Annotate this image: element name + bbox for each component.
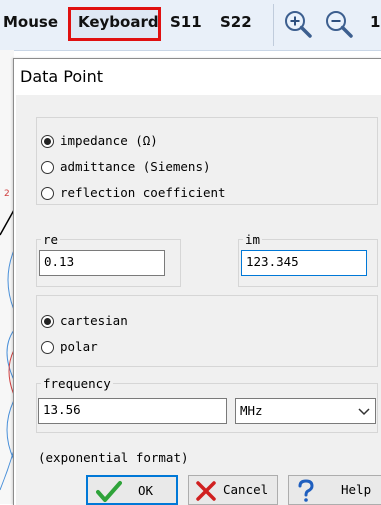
admittance-radio[interactable] <box>41 161 54 174</box>
polar-label: polar <box>60 339 98 354</box>
frequency-unit-value: MHz <box>240 403 263 418</box>
frequency-label: frequency <box>41 376 113 391</box>
toolbar-separator <box>273 4 274 46</box>
ok-button-label: OK <box>138 483 154 498</box>
cancel-button-label: Cancel <box>223 482 269 497</box>
zoom-out-icon[interactable] <box>324 9 354 39</box>
cartesian-radio[interactable] <box>41 315 54 328</box>
background-plot: 2 <box>0 50 14 504</box>
im-input[interactable]: 123.345 <box>241 250 367 276</box>
re-label: re <box>41 232 61 247</box>
close-icon <box>196 481 216 501</box>
help-button[interactable]: Help <box>288 475 381 505</box>
toolbar-overflow-text: 1: <box>370 13 381 31</box>
chevron-down-icon <box>358 408 370 416</box>
polar-radio[interactable] <box>41 341 54 354</box>
impedance-radio[interactable] <box>41 135 54 148</box>
reflection-coefficient-radio[interactable] <box>41 187 54 200</box>
toolbar-s11-button[interactable]: S11 <box>170 13 202 31</box>
exponential-format-note: (exponential format) <box>38 450 189 465</box>
checkmark-icon <box>96 481 122 502</box>
toolbar: Mouse Keyboard S11 S22 1: <box>0 0 381 51</box>
help-icon <box>298 479 314 502</box>
cartesian-label: cartesian <box>60 313 128 328</box>
background-plot-curves: 2 <box>0 189 14 491</box>
reflection-coefficient-label: reflection coefficient <box>60 185 226 200</box>
impedance-label: impedance (Ω) <box>60 133 158 148</box>
im-label: im <box>243 232 263 247</box>
dialog-title: Data Point <box>20 67 104 86</box>
zoom-in-icon[interactable] <box>283 9 313 39</box>
format-group <box>36 295 378 367</box>
toolbar-mouse-button[interactable]: Mouse <box>3 13 58 31</box>
ok-button[interactable]: OK <box>86 475 178 505</box>
toolbar-keyboard-button[interactable]: Keyboard <box>78 13 159 31</box>
cancel-button[interactable]: Cancel <box>188 475 278 505</box>
admittance-label: admittance (Siemens) <box>60 159 211 174</box>
re-input[interactable]: 0.13 <box>39 250 165 276</box>
help-button-label: Help <box>341 482 372 497</box>
frequency-unit-select[interactable]: MHz <box>235 398 376 424</box>
dialog-client-area: impedance (Ω) admittance (Siemens) refle… <box>16 95 381 505</box>
frequency-input[interactable]: 13.56 <box>38 398 227 424</box>
svg-text:2: 2 <box>4 189 10 199</box>
data-point-dialog: Data Point impedance (Ω) admittance (Sie… <box>13 58 381 505</box>
toolbar-s22-button[interactable]: S22 <box>220 13 252 31</box>
